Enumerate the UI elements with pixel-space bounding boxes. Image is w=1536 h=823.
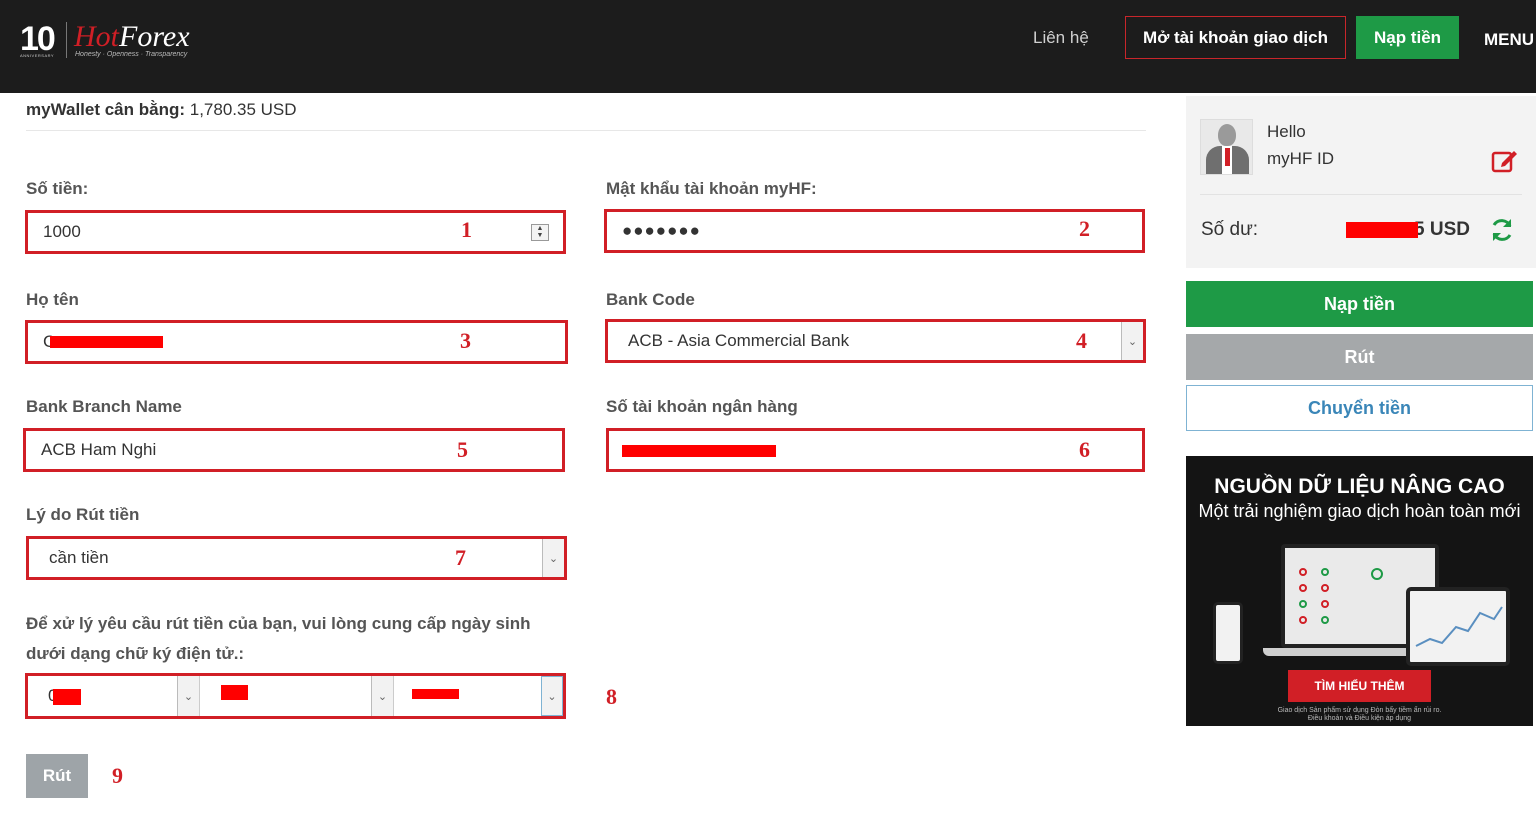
sidebar-transfer-button[interactable]: Chuyển tiền bbox=[1186, 385, 1533, 431]
chart-dot bbox=[1299, 616, 1307, 624]
menu-button[interactable]: MENU bbox=[1484, 30, 1534, 50]
amount-value: 1000 bbox=[43, 222, 81, 241]
hotforex-logo[interactable]: HotForex bbox=[74, 20, 190, 54]
header-deposit-button[interactable]: Nạp tiền bbox=[1356, 16, 1459, 59]
withdraw-submit-button[interactable]: Rút bbox=[26, 754, 88, 798]
open-account-button[interactable]: Mở tài khoản giao dịch bbox=[1125, 16, 1346, 59]
chart-dot bbox=[1321, 600, 1329, 608]
section-divider bbox=[26, 130, 1146, 131]
bank-account-label: Số tài khoản ngân hàng bbox=[606, 397, 798, 416]
amount-input[interactable]: 1000 ▲ ▼ bbox=[25, 210, 566, 254]
learn-more-button[interactable]: TÌM HIỂU THÊM bbox=[1288, 670, 1431, 702]
number-spinner-icon[interactable]: ▲ ▼ bbox=[531, 224, 549, 241]
sidebar-balance-value: 5 USD bbox=[1414, 219, 1470, 240]
step-marker-3: 3 bbox=[460, 328, 471, 353]
edit-icon[interactable] bbox=[1491, 146, 1519, 174]
profile-card-divider bbox=[1200, 194, 1522, 195]
step-marker-7: 7 bbox=[455, 545, 466, 570]
reason-select[interactable]: cần tiền ⌄ bbox=[26, 536, 567, 580]
bank-code-select[interactable]: ACB - Asia Commercial Bank ⌄ bbox=[605, 319, 1146, 363]
wallet-balance: myWallet cân bằng: 1,780.35 USD bbox=[26, 100, 297, 120]
redaction-mark bbox=[1346, 222, 1418, 238]
banner-disclaimer: Giao dịch Sản phẩm sử dụng Đòn bẩy tiềm … bbox=[1186, 707, 1533, 723]
reason-value: cần tiền bbox=[49, 548, 109, 567]
avatar-head bbox=[1218, 124, 1236, 146]
chart-dot bbox=[1371, 568, 1383, 580]
dob-instruction: Để xử lý yêu cầu rút tiền của bạn, vui l… bbox=[26, 614, 531, 663]
user-id: myHF ID bbox=[1267, 149, 1335, 168]
anniversary-label: ANNIVERSARY bbox=[20, 53, 55, 58]
greeting: Hello bbox=[1267, 122, 1306, 141]
password-value: ●●●●●●● bbox=[622, 221, 701, 240]
step-marker-9: 9 bbox=[112, 763, 123, 788]
bank-branch-label: Bank Branch Name bbox=[26, 397, 182, 416]
chart-dot bbox=[1299, 568, 1307, 576]
chevron-down-icon[interactable]: ⌄ bbox=[177, 676, 199, 716]
avatar-tie bbox=[1225, 148, 1230, 166]
logo-hot-text: Hot bbox=[74, 20, 119, 53]
sidebar-balance-label: Số dư: bbox=[1201, 219, 1259, 240]
logo-tagline: Honesty · Openness · Transparency bbox=[75, 51, 188, 58]
step-marker-5: 5 bbox=[457, 437, 468, 462]
step-marker-1: 1 bbox=[461, 217, 472, 242]
contact-link[interactable]: Liên hệ bbox=[1033, 28, 1089, 48]
redaction-mark bbox=[50, 336, 163, 348]
reason-label: Lý do Rút tiền bbox=[26, 505, 140, 524]
avatar bbox=[1200, 119, 1253, 175]
chevron-down-icon[interactable]: ⌄ bbox=[541, 676, 563, 716]
chart-dot bbox=[1299, 600, 1307, 608]
redaction-mark bbox=[221, 685, 248, 700]
chart-dot bbox=[1321, 584, 1329, 592]
redaction-mark bbox=[622, 445, 776, 457]
amount-label: Số tiền: bbox=[26, 179, 89, 198]
tablet-illustration bbox=[1406, 587, 1510, 666]
step-marker-8: 8 bbox=[606, 684, 617, 709]
sidebar-withdraw-button[interactable]: Rút bbox=[1186, 334, 1533, 380]
promo-banner[interactable]: NGUỒN DỮ LIỆU NÂNG CAO Một trải nghiệm g… bbox=[1186, 456, 1533, 726]
refresh-icon[interactable] bbox=[1488, 216, 1516, 244]
banner-subtitle: Một trải nghiệm giao dịch hoàn toàn mới bbox=[1198, 501, 1521, 521]
chevron-down-icon[interactable]: ⌄ bbox=[1121, 322, 1143, 360]
password-label: Mật khẩu tài khoản myHF: bbox=[606, 179, 817, 198]
logo-divider bbox=[66, 22, 67, 58]
chart-dot bbox=[1321, 616, 1329, 624]
bank-branch-value: ACB Ham Nghi bbox=[41, 440, 157, 459]
wallet-balance-value: 1,780.35 USD bbox=[189, 100, 297, 119]
sidebar-deposit-button[interactable]: Nạp tiền bbox=[1186, 281, 1533, 327]
banner-disclaimer-line-2: Điều khoản và Điều kiện áp dụng bbox=[1307, 715, 1412, 722]
banner-title: NGUỒN DỮ LIỆU NÂNG CAO bbox=[1214, 475, 1505, 498]
tablet-chart-illustration bbox=[1415, 606, 1503, 647]
wallet-balance-label: myWallet cân bằng: bbox=[26, 100, 186, 119]
bank-code-value: ACB - Asia Commercial Bank bbox=[628, 331, 850, 350]
logo-forex-text: Forex bbox=[119, 20, 190, 53]
step-marker-4: 4 bbox=[1076, 328, 1087, 353]
phone-illustration bbox=[1213, 602, 1243, 664]
step-marker-2: 2 bbox=[1079, 216, 1090, 241]
bank-branch-input[interactable]: ACB Ham Nghi bbox=[23, 428, 565, 472]
password-input[interactable]: ●●●●●●● bbox=[604, 209, 1145, 253]
top-navigation-bar: 10 ANNIVERSARY HotForex Honesty · Openne… bbox=[0, 0, 1536, 93]
chart-dot bbox=[1321, 568, 1329, 576]
redaction-mark bbox=[412, 689, 459, 699]
chevron-down-icon[interactable]: ⌄ bbox=[542, 539, 564, 577]
step-marker-6: 6 bbox=[1079, 437, 1090, 462]
banner-disclaimer-line-1: Giao dịch Sản phẩm sử dụng Đòn bẩy tiềm … bbox=[1277, 707, 1442, 714]
full-name-label: Họ tên bbox=[26, 290, 79, 309]
redaction-mark bbox=[53, 689, 81, 705]
chart-dot bbox=[1299, 584, 1307, 592]
date-of-birth-selects: 0 ⌄ ⌄ ⌄ bbox=[25, 673, 566, 719]
chevron-down-icon[interactable]: ⌄ bbox=[371, 676, 393, 716]
bank-code-label: Bank Code bbox=[606, 290, 695, 309]
